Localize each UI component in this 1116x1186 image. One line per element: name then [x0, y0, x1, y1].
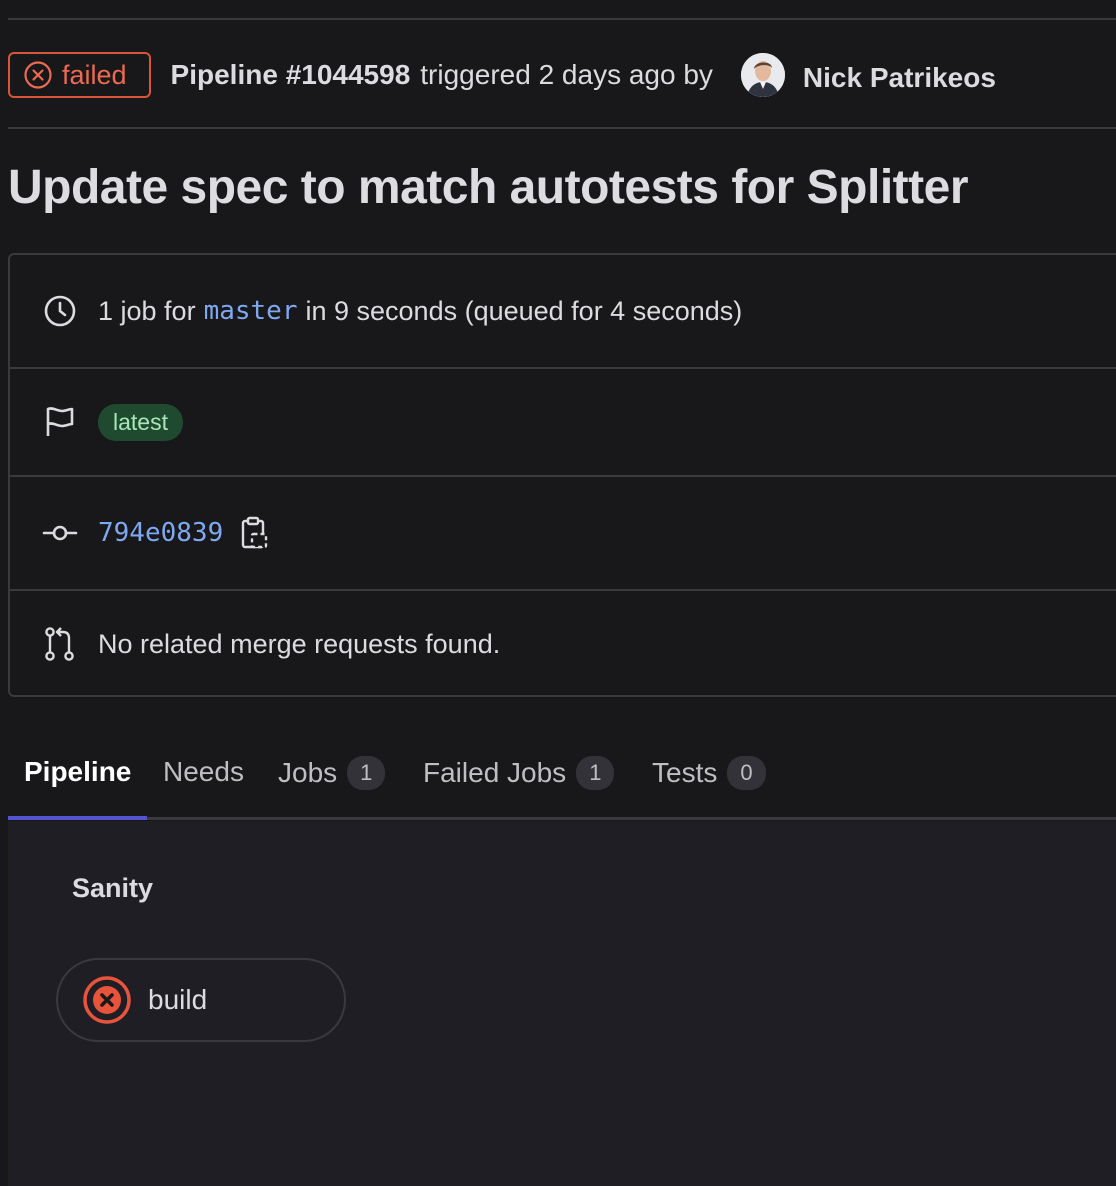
pipeline-id: Pipeline #1044598 [170, 59, 411, 90]
page-title: Update spec to match autotests for Split… [8, 161, 969, 214]
commit-sha-link[interactable]: 794e0839 [98, 518, 223, 548]
clock-icon [40, 291, 80, 331]
tab-failed-jobs[interactable]: Failed Jobs 1 [423, 756, 615, 790]
duration-row: 1 job for master in 9 seconds (queued fo… [10, 255, 1116, 367]
status-badge-label: failed [62, 59, 127, 90]
avatar[interactable] [740, 53, 785, 97]
job-build[interactable]: build [56, 958, 346, 1042]
job-name: build [148, 984, 208, 1015]
header-divider [8, 127, 1116, 129]
tabs-divider [8, 817, 1116, 820]
copy-clipboard-icon[interactable] [241, 516, 269, 550]
tab-label: Pipeline [24, 756, 132, 787]
tab-pipeline[interactable]: Pipeline [24, 756, 131, 788]
tab-label: Jobs [278, 757, 338, 788]
duration-prefix: 1 job for [98, 295, 196, 326]
stage-name: Sanity [72, 873, 154, 903]
latest-tag-badge: latest [98, 403, 183, 441]
tab-count-badge: 1 [576, 756, 615, 790]
triggered-text: triggered 2 days ago by [420, 59, 713, 90]
pipeline-tabs: Pipeline Needs Jobs 1 Failed Jobs 1 Test… [8, 740, 1116, 820]
active-tab-indicator [8, 816, 147, 820]
commit-icon [40, 513, 80, 553]
tab-label: Failed Jobs [423, 757, 567, 788]
user-name-link[interactable]: Nick Patrikeos [803, 62, 996, 94]
status-badge[interactable]: failed [8, 52, 151, 98]
tab-count-badge: 0 [727, 756, 766, 790]
pipeline-details-box: 1 job for master in 9 seconds (queued fo… [8, 253, 1116, 697]
tags-row: latest [10, 369, 1116, 475]
pipeline-header: failed Pipeline #1044598 triggered 2 day… [8, 51, 1116, 99]
branch-link[interactable]: master [204, 296, 298, 326]
top-divider [8, 18, 1116, 20]
tab-tests[interactable]: Tests 0 [652, 756, 766, 790]
tab-label: Needs [163, 756, 244, 787]
avatar-image [740, 53, 785, 97]
pipeline-graph: Sanity build [8, 821, 1116, 1186]
merge-requests-text: No related merge requests found. [98, 628, 501, 659]
job-failed-icon [83, 976, 131, 1024]
merge-requests-row: No related merge requests found. [10, 591, 1116, 697]
tab-needs[interactable]: Needs [163, 756, 244, 788]
pipeline-info: Pipeline #1044598 triggered 2 days ago b… [171, 59, 719, 91]
status-failed-icon [24, 61, 52, 89]
tab-label: Tests [652, 757, 718, 788]
duration-suffix: in 9 seconds (queued for 4 seconds) [305, 295, 743, 326]
tab-jobs[interactable]: Jobs 1 [278, 756, 386, 790]
tab-count-badge: 1 [347, 756, 386, 790]
merge-request-icon [40, 624, 80, 664]
flag-icon [40, 402, 80, 442]
commit-row: 794e0839 [10, 477, 1116, 589]
